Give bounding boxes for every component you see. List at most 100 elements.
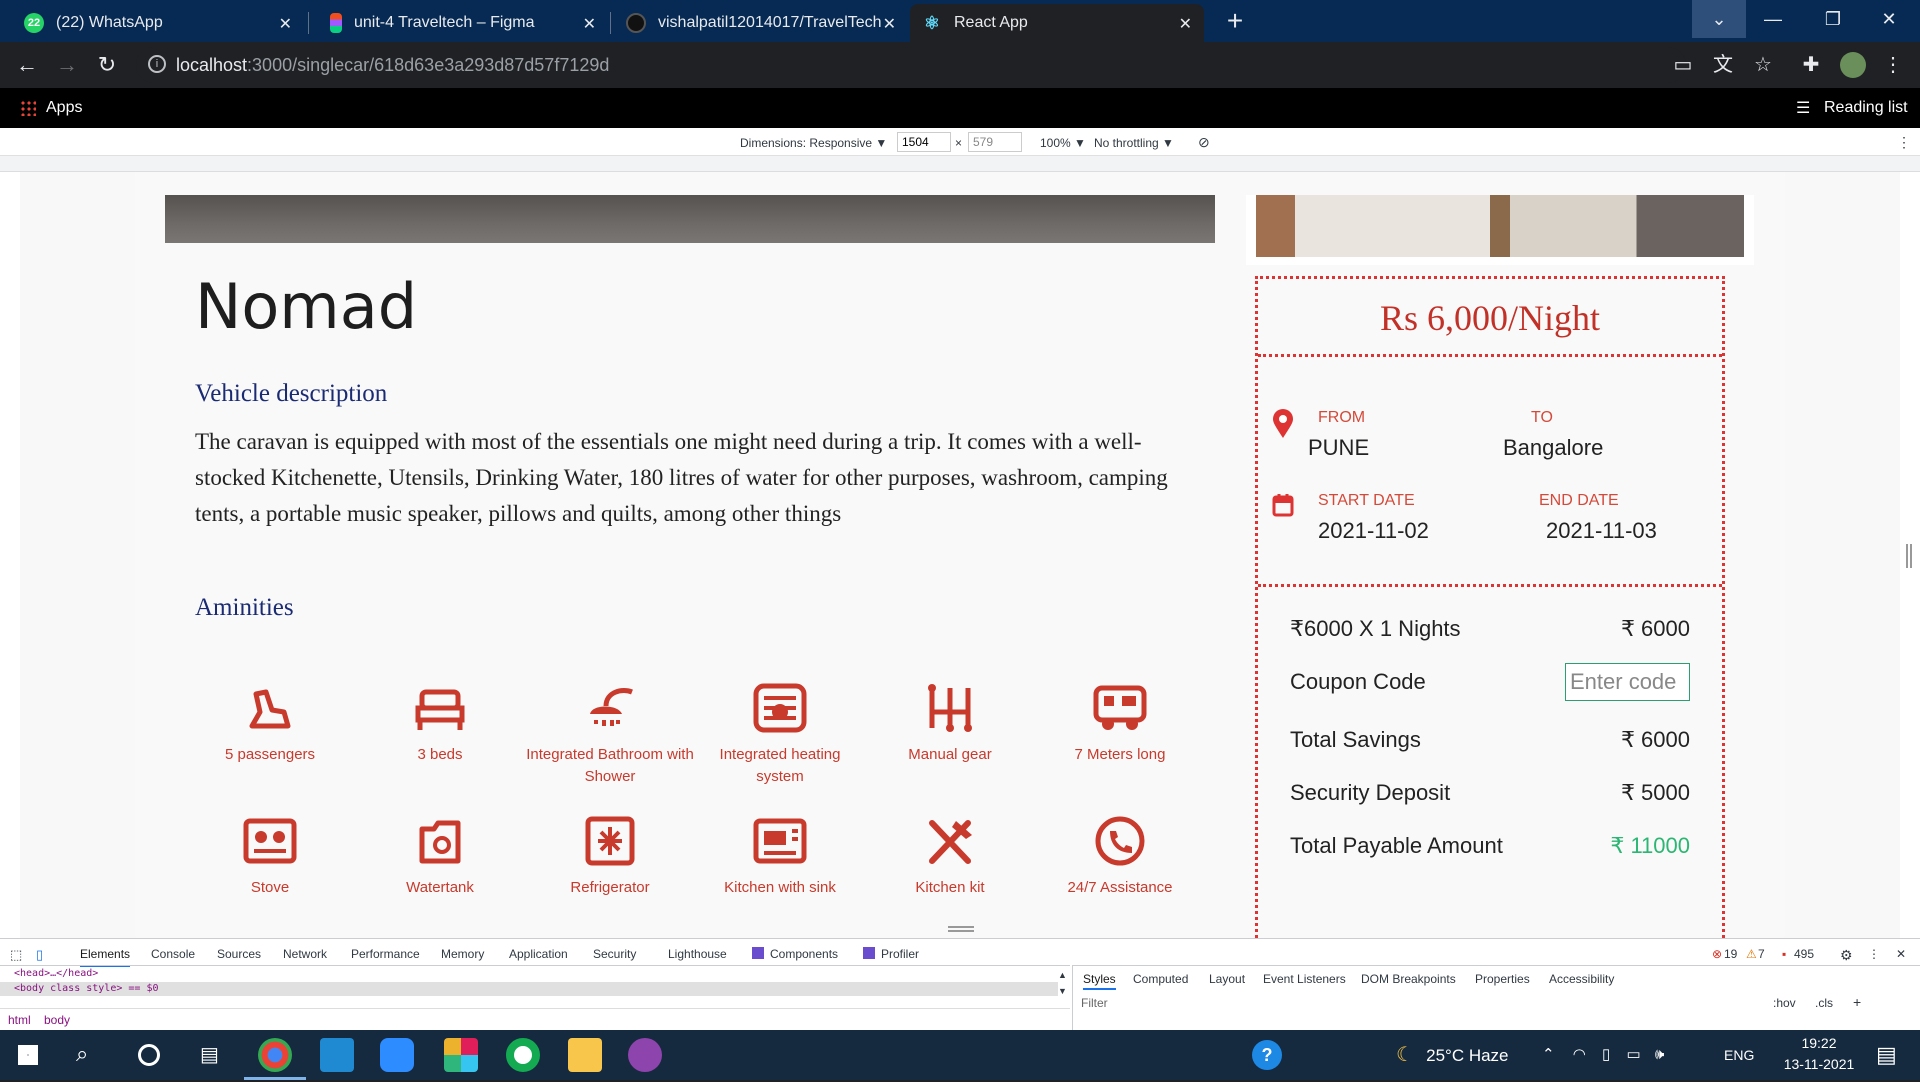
error-count-icon[interactable]: ⊗ xyxy=(1712,947,1722,961)
cortana-icon[interactable] xyxy=(138,1044,160,1066)
translate-icon[interactable]: 文 xyxy=(1710,52,1736,78)
devtools-tab-application[interactable]: Application xyxy=(509,947,568,961)
menu-icon[interactable]: ⋮ xyxy=(1880,52,1906,78)
styles-filter-input[interactable]: Filter xyxy=(1081,996,1108,1010)
github-desktop-taskbar-icon[interactable] xyxy=(628,1038,662,1072)
notifications-icon[interactable]: ▤ xyxy=(1876,1042,1897,1068)
address-bar[interactable]: i localhost:3000/singlecar/618d63e3a293d… xyxy=(136,47,1686,83)
devtools-tab-network[interactable]: Network xyxy=(283,947,327,961)
devtools-tab-memory[interactable]: Memory xyxy=(441,947,484,961)
warning-count-icon[interactable]: ⚠ xyxy=(1746,947,1757,961)
extensions-icon[interactable]: ✚ xyxy=(1798,52,1824,78)
device-options-icon[interactable]: ⋮ xyxy=(1897,134,1911,151)
task-view-icon[interactable]: ▤ xyxy=(200,1042,219,1067)
start-date-value[interactable]: 2021-11-02 xyxy=(1318,518,1429,544)
selected-node-row[interactable] xyxy=(0,982,1058,996)
reading-list-link[interactable]: Reading list xyxy=(1824,99,1908,117)
tab-search-button[interactable]: ⌄ xyxy=(1692,0,1746,38)
tab-github[interactable]: vishalpatil12014017/TravelTech ✕ xyxy=(614,4,908,42)
close-tab-icon[interactable]: ✕ xyxy=(279,14,292,34)
close-window-button[interactable]: ✕ xyxy=(1862,0,1916,38)
devtools-tab-profiler[interactable]: Profiler xyxy=(881,947,919,961)
tab-react-app[interactable]: ⚛ React App ✕ xyxy=(910,4,1204,42)
vscode-taskbar-icon[interactable] xyxy=(320,1038,354,1072)
chrome-taskbar-icon[interactable] xyxy=(258,1038,292,1072)
mongodb-taskbar-icon[interactable] xyxy=(506,1038,540,1072)
side-tab-accessibility[interactable]: Accessibility xyxy=(1549,972,1614,986)
rotate-icon[interactable]: ⊘ xyxy=(1198,134,1210,151)
devtools-resize-handle[interactable] xyxy=(948,926,974,932)
dom-node-body[interactable]: <body class style> == $0 xyxy=(14,983,159,994)
crumb-html[interactable]: html xyxy=(8,1013,31,1027)
coupon-input[interactable]: Enter code xyxy=(1565,663,1690,701)
inspect-element-icon[interactable]: ⬚ xyxy=(10,947,22,963)
clock-date[interactable]: 13-11-2021 xyxy=(1766,1056,1872,1072)
info-icon[interactable]: i xyxy=(148,55,166,73)
volume-icon[interactable]: 🕪 xyxy=(1655,1046,1664,1063)
hov-toggle[interactable]: :hov xyxy=(1773,996,1796,1010)
amenity-label: 3 beds xyxy=(417,746,463,763)
devtools-tab-security[interactable]: Security xyxy=(593,947,636,961)
tab-whatsapp[interactable]: 22 (22) WhatsApp ✕ xyxy=(12,4,304,42)
windows-start-icon[interactable] xyxy=(18,1045,38,1065)
width-input[interactable] xyxy=(897,132,951,152)
side-tab-dom-breakpoints[interactable]: DOM Breakpoints xyxy=(1361,972,1456,986)
network-icon[interactable]: ◠ xyxy=(1573,1046,1586,1063)
url-host: localhost xyxy=(176,54,248,75)
cls-toggle[interactable]: .cls xyxy=(1815,996,1833,1010)
slack-taskbar-icon[interactable] xyxy=(444,1038,478,1072)
crumb-body[interactable]: body xyxy=(44,1013,70,1027)
devtools-menu-icon[interactable]: ⋮ xyxy=(1868,947,1880,961)
device-icon[interactable]: ▯ xyxy=(1602,1046,1610,1063)
restore-button[interactable]: ❐ xyxy=(1806,0,1860,38)
blocked-popup-icon[interactable]: ▭ xyxy=(1670,52,1696,78)
star-icon[interactable]: ☆ xyxy=(1750,52,1776,78)
side-tab-computed[interactable]: Computed xyxy=(1133,972,1188,986)
scroll-down-arrow[interactable]: ▼ xyxy=(1058,986,1067,996)
new-tab-button[interactable]: + xyxy=(1219,6,1251,38)
side-tab-layout[interactable]: Layout xyxy=(1209,972,1245,986)
forward-button[interactable]: → xyxy=(52,50,82,80)
apps-link[interactable]: Apps xyxy=(46,99,82,117)
throttling-dropdown[interactable]: No throttling ▼ xyxy=(1094,136,1174,150)
file-explorer-taskbar-icon[interactable] xyxy=(568,1038,602,1072)
side-tab-event-listeners[interactable]: Event Listeners xyxy=(1263,972,1346,986)
chevron-up-icon[interactable]: ⌃ xyxy=(1542,1046,1555,1063)
height-input[interactable] xyxy=(968,132,1022,152)
devtools-tab-components[interactable]: Components xyxy=(770,947,838,961)
zoom-dropdown[interactable]: 100% ▼ xyxy=(1040,136,1086,150)
weather-widget[interactable]: ☾ 25°C Haze xyxy=(1396,1030,1509,1080)
media-query-ruler[interactable] xyxy=(0,156,1920,172)
close-tab-icon[interactable]: ✕ xyxy=(1179,14,1192,34)
reload-button[interactable]: ↻ xyxy=(92,50,122,80)
devtools-tab-sources[interactable]: Sources xyxy=(217,947,261,961)
add-rule-icon[interactable]: + xyxy=(1853,994,1861,1010)
clock-time[interactable]: 19:22 xyxy=(1774,1035,1864,1051)
side-tab-styles[interactable]: Styles xyxy=(1083,972,1116,990)
help-icon[interactable]: ? xyxy=(1252,1040,1282,1070)
tab-figma[interactable]: unit-4 Traveltech – Figma ✕ xyxy=(314,4,608,42)
profile-avatar[interactable] xyxy=(1840,52,1866,78)
language-indicator[interactable]: ENG xyxy=(1724,1047,1754,1063)
end-date-value[interactable]: 2021-11-03 xyxy=(1546,518,1657,544)
viewport-resize-handle[interactable] xyxy=(1906,544,1912,568)
device-toggle-icon[interactable]: ▯ xyxy=(36,947,43,963)
devtools-tab-lighthouse[interactable]: Lighthouse xyxy=(668,947,727,961)
display-icon[interactable]: ▭ xyxy=(1626,1046,1640,1063)
devtools-tab-elements[interactable]: Elements xyxy=(80,947,131,967)
devtools-tab-console[interactable]: Console xyxy=(151,947,195,961)
search-icon[interactable]: ⌕ xyxy=(76,1041,88,1067)
back-button[interactable]: ← xyxy=(12,50,42,80)
devtools-tab-performance[interactable]: Performance xyxy=(351,947,420,961)
issues-icon[interactable]: ▪ xyxy=(1782,947,1786,961)
close-tab-icon[interactable]: ✕ xyxy=(883,14,896,34)
close-tab-icon[interactable]: ✕ xyxy=(583,14,596,34)
side-tab-properties[interactable]: Properties xyxy=(1475,972,1530,986)
dimensions-dropdown[interactable]: Dimensions: Responsive ▼ xyxy=(740,136,887,150)
dom-node-head[interactable]: <head>…</head> xyxy=(14,968,98,979)
minimize-button[interactable]: — xyxy=(1746,0,1800,38)
zoom-taskbar-icon[interactable] xyxy=(380,1038,414,1072)
settings-gear-icon[interactable]: ⚙ xyxy=(1840,947,1853,964)
scroll-up-arrow[interactable]: ▲ xyxy=(1058,970,1067,980)
close-devtools-icon[interactable]: ✕ xyxy=(1896,947,1906,961)
